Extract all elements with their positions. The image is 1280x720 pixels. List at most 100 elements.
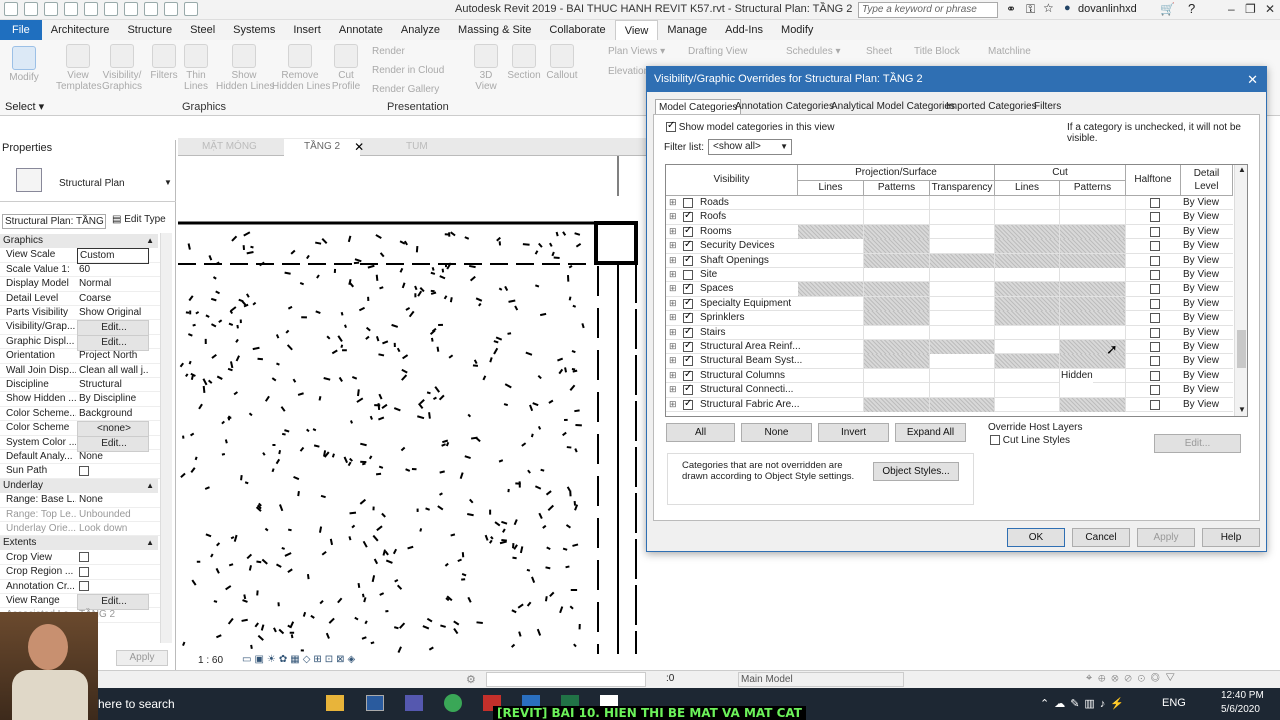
property-row[interactable]: System Color ... Edit... — [0, 435, 172, 452]
property-row[interactable]: Color Scheme... Background — [0, 407, 172, 422]
detail-level-value[interactable]: By View — [1183, 340, 1219, 354]
expand-icon[interactable]: ⊞ — [669, 284, 677, 293]
help-icon[interactable]: ? — [1188, 1, 1195, 16]
override-cell[interactable] — [864, 383, 930, 398]
halftone-checkbox[interactable] — [1150, 327, 1160, 338]
override-cell[interactable] — [1060, 210, 1126, 225]
print-icon[interactable] — [104, 2, 118, 16]
property-row[interactable]: Sun Path — [0, 464, 172, 479]
override-cell[interactable] — [864, 325, 930, 340]
teams-icon[interactable] — [405, 695, 423, 711]
category-row[interactable]: ⊞ Shaft Openings By View — [666, 253, 1233, 268]
override-cell[interactable] — [1060, 253, 1126, 268]
help-search-input[interactable]: Type a keyword or phrase — [858, 2, 998, 18]
property-row[interactable]: Color Scheme <none> — [0, 421, 172, 438]
override-cell[interactable] — [798, 383, 864, 398]
expand-icon[interactable]: ⊞ — [669, 356, 677, 365]
override-cell[interactable] — [864, 340, 930, 354]
override-cell[interactable] — [995, 296, 1060, 311]
close-tab-icon[interactable]: ✕ — [354, 139, 364, 155]
section-underlay[interactable]: Underlay ▲ — [0, 478, 158, 493]
override-cell[interactable] — [930, 397, 995, 412]
property-value[interactable] — [77, 565, 149, 579]
property-value[interactable] — [77, 464, 149, 478]
expand-icon[interactable]: ⊞ — [669, 313, 677, 322]
override-cell[interactable] — [995, 311, 1060, 326]
graphics-button-1[interactable]: Visibility/ Graphics — [100, 44, 144, 92]
override-cell[interactable] — [1060, 311, 1126, 326]
tab-insert[interactable]: Insert — [284, 20, 330, 40]
tab-manage[interactable]: Manage — [658, 20, 716, 40]
view-scale[interactable]: 1 : 60 — [198, 655, 223, 666]
tray-icons[interactable]: ⌃☁✎▥♪⚡ — [1040, 697, 1129, 710]
quick-access-toolbar[interactable] — [4, 2, 198, 16]
override-cell[interactable] — [864, 253, 930, 268]
apply-properties-button[interactable]: Apply — [116, 650, 168, 666]
override-cell[interactable] — [995, 253, 1060, 268]
property-row[interactable]: Display Model Normal — [0, 277, 172, 292]
modify-button[interactable]: Modify — [6, 46, 42, 83]
save-icon[interactable] — [24, 2, 38, 16]
tab-massing-site[interactable]: Massing & Site — [449, 20, 540, 40]
expand-icon[interactable]: ⊞ — [669, 198, 677, 207]
override-cell[interactable] — [798, 210, 864, 225]
override-cell[interactable] — [864, 397, 930, 412]
property-row[interactable]: Annotation Cr... — [0, 580, 172, 594]
create-small-5[interactable]: Matchline — [988, 46, 1031, 57]
graphics-button-0[interactable]: View Templates — [56, 44, 102, 92]
override-cell[interactable] — [930, 296, 995, 311]
override-cell[interactable] — [930, 325, 995, 340]
override-cell[interactable] — [798, 340, 864, 354]
override-cell[interactable] — [930, 282, 995, 297]
cut-pattern-override[interactable]: Hidden — [1060, 368, 1093, 383]
override-cell[interactable] — [995, 340, 1060, 354]
override-cell[interactable] — [930, 368, 995, 383]
visibility-checkbox[interactable] — [683, 225, 693, 237]
edit-type-button[interactable]: ▤ Edit Type — [112, 214, 166, 225]
property-row[interactable]: Graphic Displ... Edit... — [0, 334, 172, 351]
override-cell[interactable] — [995, 210, 1060, 225]
expand-icon[interactable]: ⊞ — [669, 370, 677, 380]
dialog-close-icon[interactable]: ✕ — [1247, 72, 1258, 88]
override-cell[interactable] — [1060, 397, 1126, 412]
tab-view[interactable]: View — [614, 20, 659, 40]
halftone-checkbox[interactable] — [1150, 356, 1160, 367]
type-selector[interactable]: Structural Plan ▼ — [0, 156, 176, 202]
property-value[interactable]: By Discipline — [77, 392, 149, 406]
worksets-icon[interactable]: ⚙ — [466, 673, 476, 686]
halftone-checkbox[interactable] — [1150, 270, 1160, 280]
override-cell[interactable] — [995, 368, 1060, 383]
tab-analyze[interactable]: Analyze — [392, 20, 449, 40]
override-cell[interactable] — [995, 354, 1060, 369]
property-row[interactable]: Default Analy... None — [0, 450, 172, 465]
visibility-checkbox[interactable] — [683, 270, 693, 280]
selection-filter-icons[interactable]: ⌖⊕⊗⊘⊙◎▽ — [1086, 672, 1181, 685]
scroll-up-icon[interactable]: ▲ — [1238, 165, 1246, 174]
detail-level-value[interactable]: By View — [1183, 326, 1219, 340]
property-value[interactable]: Background — [77, 407, 149, 421]
override-cell[interactable] — [864, 210, 930, 225]
cut-line-styles-checkbox[interactable]: Cut Line Styles — [990, 435, 1070, 446]
override-cell[interactable] — [864, 239, 930, 254]
expand-icon[interactable]: ⊞ — [669, 385, 677, 394]
visibility-checkbox[interactable] — [683, 210, 693, 223]
override-cell[interactable] — [1060, 383, 1126, 398]
host-edit-button[interactable]: Edit... — [1154, 434, 1241, 453]
override-cell[interactable] — [798, 368, 864, 383]
maximize-icon[interactable]: ❐ — [1245, 2, 1256, 16]
graphics-button-3[interactable]: Thin Lines — [174, 44, 218, 92]
category-row[interactable]: ⊞ Structural Area Reinf... By View — [666, 340, 1233, 355]
property-value[interactable]: Look down — [77, 522, 149, 536]
expand-all-button[interactable]: Expand All — [895, 423, 966, 442]
halftone-checkbox[interactable] — [1150, 385, 1160, 396]
expand-icon[interactable]: ⊞ — [669, 241, 677, 250]
visibility-checkbox[interactable] — [683, 198, 693, 208]
override-cell[interactable] — [798, 224, 864, 239]
override-cell[interactable] — [798, 397, 864, 412]
section-graphics[interactable]: Graphics ▲ — [0, 234, 158, 248]
override-cell[interactable] — [798, 268, 864, 282]
override-cell[interactable] — [1060, 196, 1126, 210]
dialog-tab-0[interactable]: Model Categories — [655, 99, 742, 115]
detail-level-value[interactable]: By View — [1183, 369, 1219, 383]
override-cell[interactable] — [930, 383, 995, 398]
